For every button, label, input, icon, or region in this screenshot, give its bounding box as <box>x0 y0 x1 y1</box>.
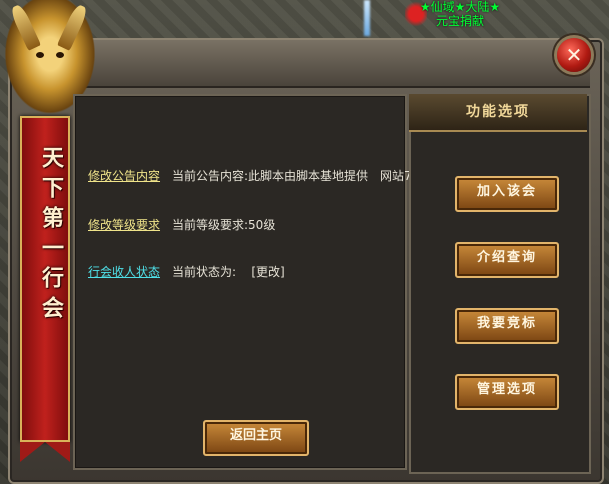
edit-notice-link[interactable]: 修改公告内容 <box>88 169 160 183</box>
npc-label-line2: 元宝捐献 <box>435 14 484 28</box>
close-button[interactable]: ✕ <box>557 38 591 72</box>
current-notice-text: 当前公告内容:此脚本由脚本基地提供 <box>172 169 369 183</box>
guild-banner-title: 天下第一行会 <box>38 146 64 326</box>
window-title-bar[interactable] <box>60 40 590 88</box>
back-to-home-button[interactable]: 返回主页 <box>203 420 309 456</box>
bid-button[interactable]: 我要竞标 <box>455 308 559 344</box>
current-status-text: 当前状态为: [更改] <box>172 265 285 279</box>
level-row: 修改等级要求 当前等级要求:50级 <box>88 218 275 232</box>
change-status-link[interactable]: [更改] <box>251 265 284 279</box>
content-panel <box>73 94 407 470</box>
manage-options-button[interactable]: 管理选项 <box>455 374 559 410</box>
recruit-status-link[interactable]: 行会收人状态 <box>88 265 160 279</box>
edit-level-link[interactable]: 修改等级要求 <box>88 218 160 232</box>
join-guild-button[interactable]: 加入该会 <box>455 176 559 212</box>
notice-row: 修改公告内容 当前公告内容:此脚本由脚本基地提供 网站76bbk.com.15b… <box>88 169 542 183</box>
guild-banner: 天下第一行会 <box>20 116 70 462</box>
current-level-text: 当前等级要求:50级 <box>172 218 276 232</box>
recruit-row: 行会收人状态 当前状态为: [更改] <box>88 265 285 279</box>
guild-info-button[interactable]: 介绍查询 <box>455 242 559 278</box>
function-options-title: 功能选项 <box>409 94 587 132</box>
function-sidebar <box>409 94 591 474</box>
water-effect <box>364 0 370 36</box>
close-icon: ✕ <box>565 43 583 67</box>
npc-label-line1: ★仙域★大陆★ <box>419 0 501 14</box>
status-label: 当前状态为: <box>172 265 237 279</box>
npc-name-tag: ★仙域★大陆★ 元宝捐献 <box>405 0 515 30</box>
